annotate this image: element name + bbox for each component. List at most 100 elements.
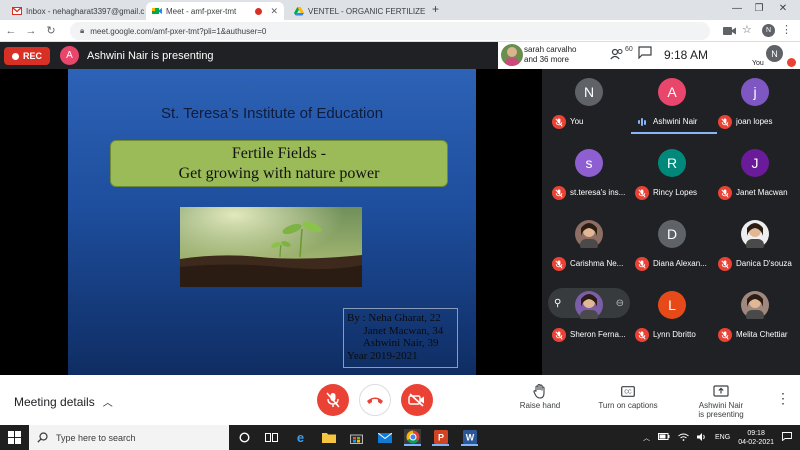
presentation-slide: St. Teresa’s Institute of Education Fert… (68, 69, 476, 375)
participant-avatar: s (575, 149, 603, 177)
raise-hand-button[interactable]: Raise hand (495, 381, 585, 410)
svg-text:CC: CC (624, 389, 632, 395)
battery-icon[interactable] (658, 433, 670, 442)
camera-off-icon (408, 393, 424, 407)
active-speaker-underline (631, 132, 717, 134)
close-window-icon[interactable]: ✕ (776, 3, 790, 14)
maximize-icon[interactable]: ❐ (752, 3, 766, 14)
new-tab-icon[interactable]: + (432, 2, 439, 16)
mic-off-icon (552, 186, 566, 200)
participant-avatar: j (741, 78, 769, 106)
bookmark-star-icon[interactable]: ☆ (742, 23, 752, 36)
back-icon[interactable]: ← (4, 23, 18, 39)
participant-name: Diana Alexan... (653, 259, 707, 268)
task-view-icon[interactable] (263, 429, 280, 446)
participant-tile[interactable]: Carishma Ne... (548, 215, 630, 281)
participant-tile[interactable]: Melita Chettiar (714, 286, 796, 352)
file-explorer-icon[interactable] (320, 429, 337, 446)
participant-tile[interactable]: s st.teresa's ins... (548, 144, 630, 210)
chat-icon[interactable] (638, 46, 658, 64)
present-now-button[interactable]: Ashwini Nair is presenting (676, 381, 766, 419)
tab-meet[interactable]: Meet - amf-pxer-tmt ✕ (146, 2, 284, 20)
leave-call-button[interactable] (359, 384, 391, 416)
participant-tile[interactable]: L Lynn Dbritto (631, 286, 713, 352)
edge-icon[interactable]: e (292, 429, 309, 446)
address-bar[interactable]: 🔒︎ meet.google.com/amf-pxer-tmt?pli=1&au… (70, 22, 710, 40)
wifi-icon[interactable] (678, 433, 689, 443)
participant-tile[interactable]: J Janet Macwan (714, 144, 796, 210)
notifications-icon[interactable] (782, 432, 792, 443)
microphone-toggle-button[interactable] (317, 384, 349, 416)
camera-in-use-icon[interactable] (723, 24, 737, 42)
seedling-image (180, 207, 362, 287)
mic-off-icon (635, 186, 649, 200)
remove-icon[interactable]: ⊖ (616, 298, 624, 309)
participant-photo-avatar (575, 220, 603, 248)
url-text: meet.google.com/amf-pxer-tmt?pli=1&authu… (90, 26, 267, 36)
self-mic-off-icon (787, 58, 796, 67)
meeting-clock: 9:18 AM (664, 48, 709, 62)
participants-summary: sarah carvalho and 36 more (524, 45, 577, 64)
participant-name: st.teresa's ins... (570, 188, 626, 197)
tab-gmail[interactable]: Inbox - nehagharat3397@gmail.c ✕ (6, 2, 144, 20)
forward-icon[interactable]: → (24, 23, 38, 39)
participant-name: Sheron Ferna... (570, 330, 626, 339)
mic-off-icon (718, 257, 732, 271)
participant-tile[interactable]: j joan lopes (714, 73, 796, 139)
profile-avatar[interactable]: N (762, 24, 775, 37)
participant-photo-avatar (575, 291, 603, 319)
meeting-controls-bar: Meeting details ︿ Raise hand CC Turn on … (0, 375, 800, 425)
participant-name: Janet Macwan (736, 188, 788, 197)
store-icon[interactable] (348, 429, 365, 446)
close-tab-icon[interactable]: ✕ (266, 6, 278, 17)
reload-icon[interactable]: ↻ (44, 23, 58, 39)
browser-menu-icon[interactable]: ⋮ (781, 23, 792, 36)
participant-tile[interactable]: N You (548, 73, 630, 139)
participant-tile[interactable]: D Diana Alexan... (631, 215, 713, 281)
volume-icon[interactable] (697, 432, 707, 443)
browser-toolbar: ← → ↻ 🔒︎ meet.google.com/amf-pxer-tmt?pl… (0, 20, 800, 42)
meeting-details-button[interactable]: Meeting details ︿ (14, 394, 113, 410)
mic-off-icon (718, 115, 732, 129)
present-screen-icon (676, 381, 766, 401)
browser-tab-strip: Inbox - nehagharat3397@gmail.c ✕ Meet - … (0, 0, 800, 20)
participants-button[interactable]: 60 (610, 46, 633, 60)
participant-tile[interactable]: ⚲ ⊖ Sheron Ferna... (548, 286, 630, 352)
chrome-taskbar-icon[interactable] (404, 429, 421, 446)
participant-tile[interactable]: R Rincy Lopes (631, 144, 713, 210)
presenter-avatar: A (60, 46, 79, 65)
self-avatar[interactable]: N (766, 45, 783, 62)
participant-name: Melita Chettiar (736, 330, 788, 339)
system-clock[interactable]: 09:18 04-02-2021 (738, 429, 774, 447)
mic-off-icon (635, 328, 649, 342)
meet-icon (152, 6, 162, 16)
captions-button[interactable]: CC Turn on captions (583, 381, 673, 410)
participant-count: 60 (625, 46, 633, 53)
mail-icon[interactable] (376, 429, 393, 446)
speaking-indicator-icon (635, 115, 649, 129)
more-options-icon[interactable]: ⋮ (776, 390, 790, 407)
hang-up-icon (367, 397, 383, 404)
taskbar-search-box[interactable]: Type here to search (29, 425, 229, 450)
slide-title-line2: Get growing with nature power (178, 165, 380, 182)
show-hidden-icons-icon[interactable]: ︿ (643, 433, 650, 443)
windows-start-icon[interactable] (8, 431, 21, 449)
system-tray: ︿ ENG 09:18 04-02-2021 (643, 425, 792, 450)
participant-name: joan lopes (736, 117, 773, 126)
minimize-icon[interactable]: — (730, 3, 744, 14)
camera-toggle-button[interactable] (401, 384, 433, 416)
presentation-stage: St. Teresa’s Institute of Education Fert… (0, 69, 542, 375)
participant-avatar: J (741, 149, 769, 177)
tab-drive[interactable]: VENTEL - ORGANIC FERTILIZER.p ✕ (288, 2, 426, 20)
participant-tile[interactable]: A Ashwini Nair (631, 73, 717, 139)
participant-avatar: L (658, 291, 686, 319)
cortana-icon[interactable] (236, 429, 253, 446)
participant-avatar: D (658, 220, 686, 248)
word-icon[interactable]: W (461, 429, 478, 446)
svg-text:P: P (437, 432, 443, 442)
powerpoint-icon[interactable]: P (432, 429, 449, 446)
mic-off-icon (326, 392, 340, 408)
language-indicator[interactable]: ENG (715, 434, 730, 441)
pin-icon[interactable]: ⚲ (554, 298, 561, 309)
participant-tile[interactable]: Danica D'souza (714, 215, 796, 281)
